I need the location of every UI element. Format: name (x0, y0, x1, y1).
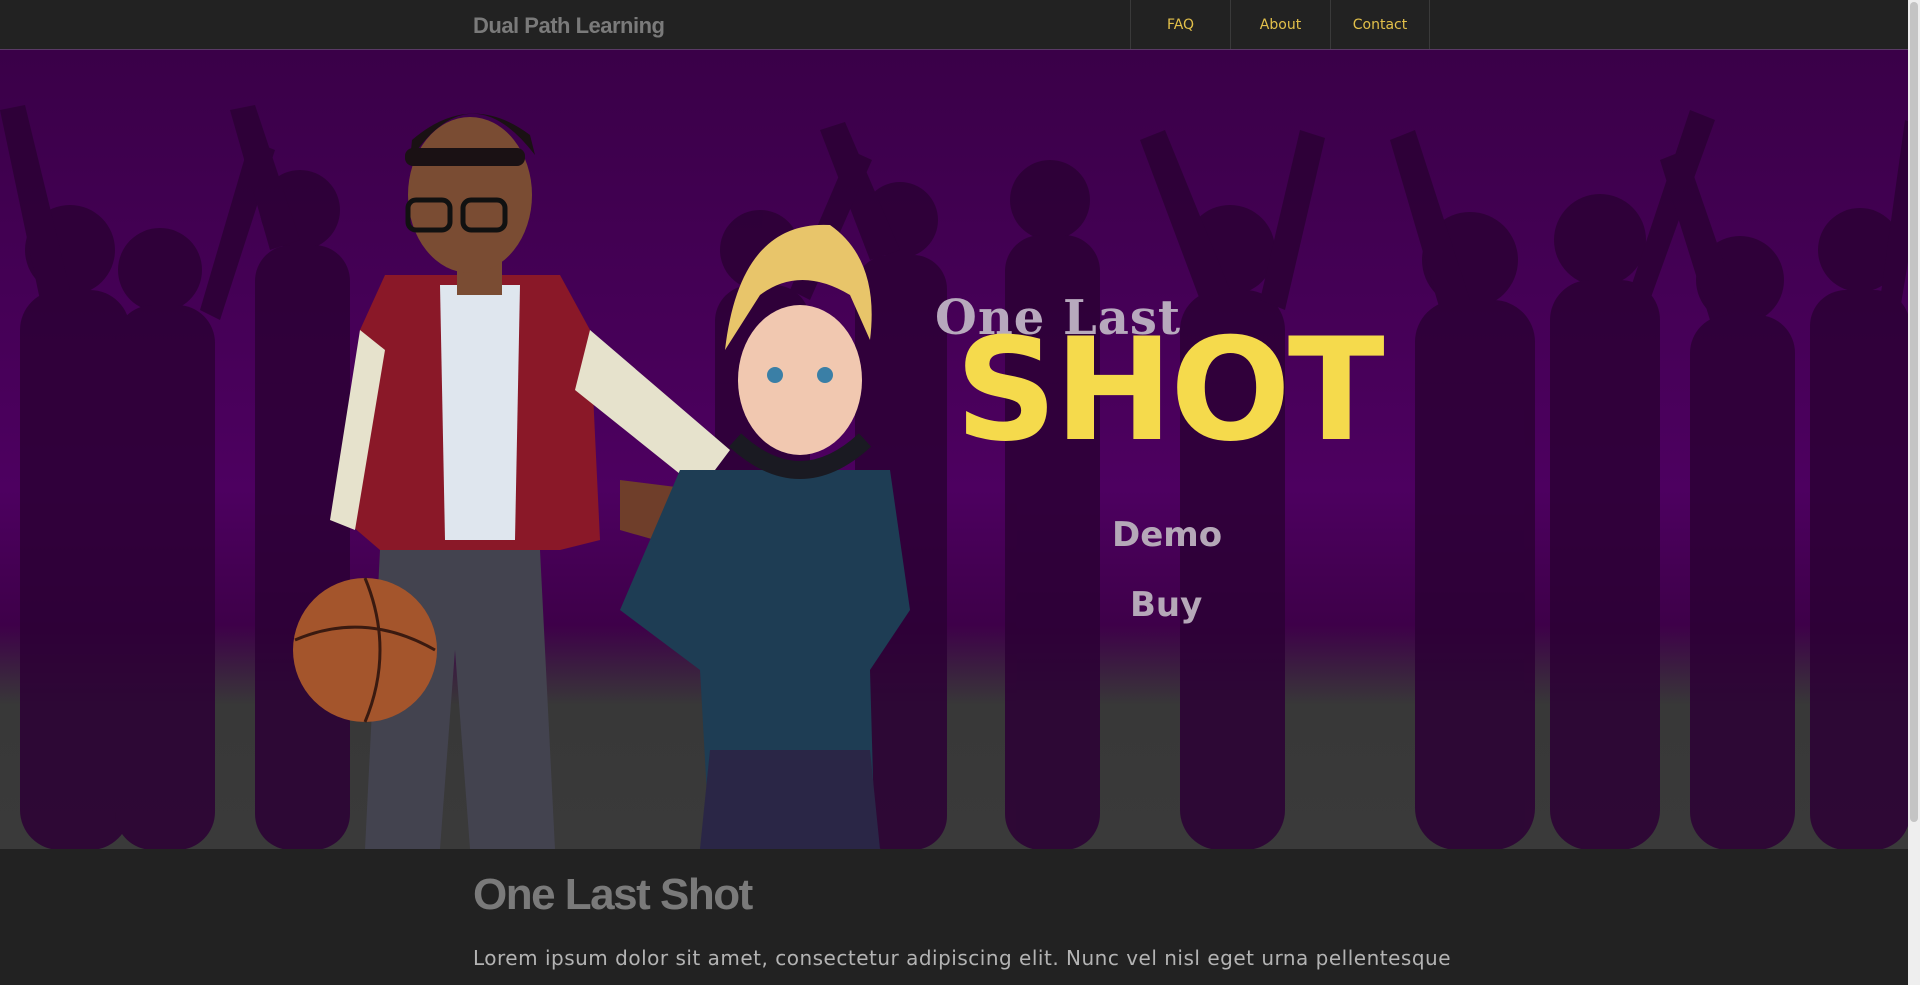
content-section: One Last Shot Lorem ipsum dolor sit amet… (473, 870, 1451, 970)
top-navbar: Dual Path Learning FAQ About Contact (0, 0, 1908, 50)
nav-faq-link[interactable]: FAQ (1130, 0, 1230, 49)
content-heading: One Last Shot (473, 870, 753, 919)
page-scrollbar[interactable] (1908, 0, 1920, 985)
demo-button[interactable]: Demo (1112, 515, 1222, 555)
brand-logo[interactable]: Dual Path Learning (473, 13, 665, 39)
buy-button[interactable]: Buy (1130, 585, 1202, 625)
nav-links: FAQ About Contact (1130, 0, 1430, 49)
nav-about-link[interactable]: About (1230, 0, 1330, 49)
hero-artwork (0, 105, 1908, 849)
hero-banner: One Last SHOT Demo Buy (0, 50, 1908, 849)
crowd-silhouette (0, 105, 1908, 849)
logo-title: SHOT (955, 308, 1385, 473)
nav-contact-link[interactable]: Contact (1330, 0, 1430, 49)
content-paragraph: Lorem ipsum dolor sit amet, consectetur … (473, 946, 1451, 970)
character-varsity (293, 113, 730, 849)
character-hoodie (620, 224, 910, 849)
scrollbar-thumb[interactable] (1910, 2, 1918, 822)
